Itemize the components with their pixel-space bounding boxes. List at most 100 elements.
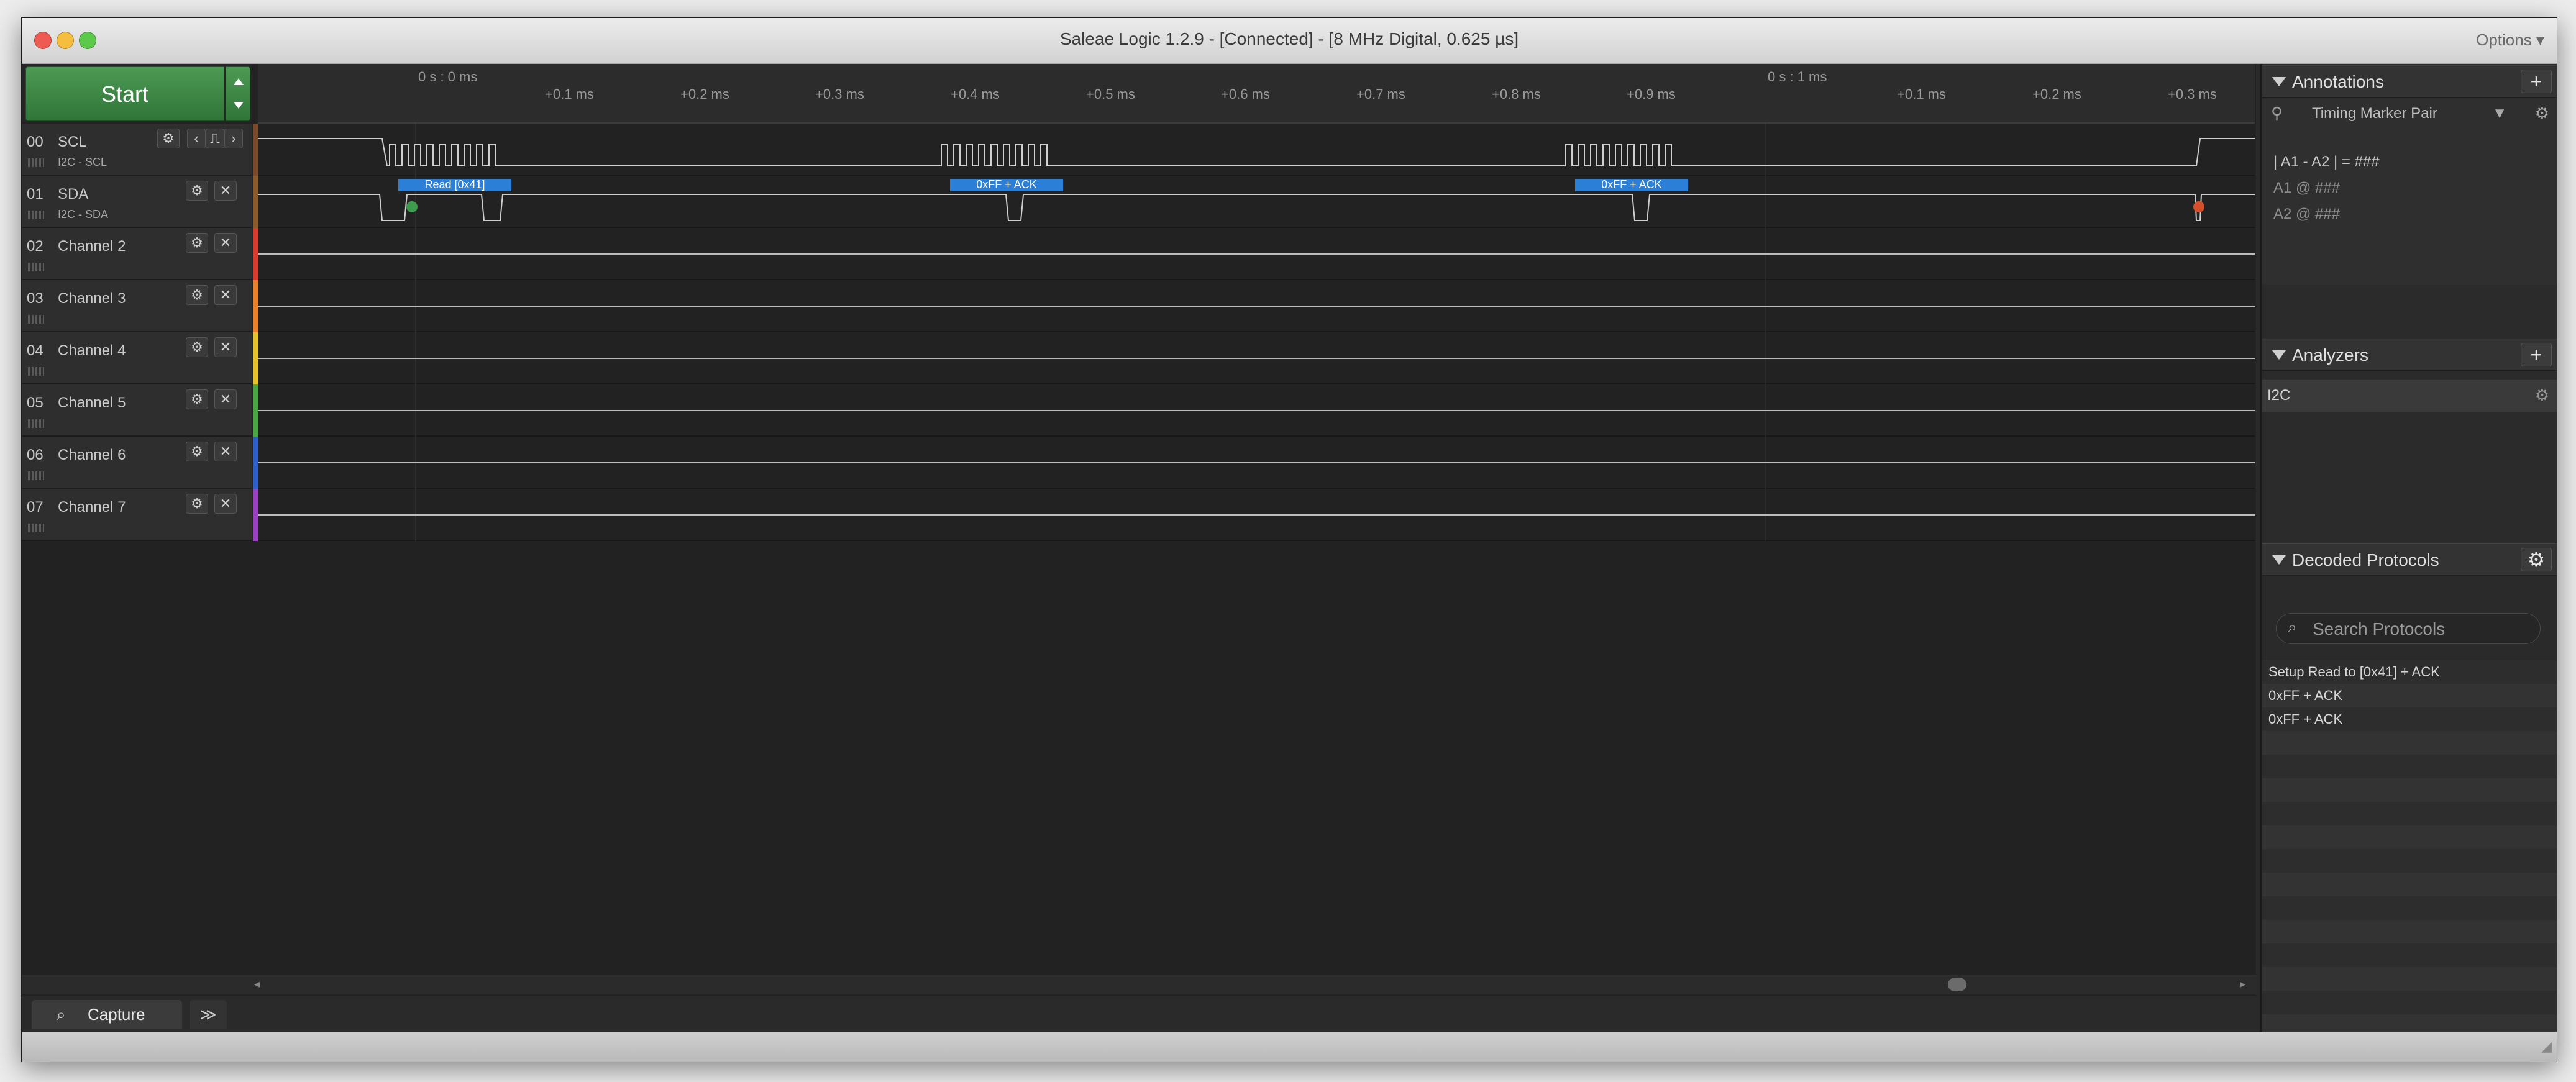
pulse-button[interactable]: ⎍ [206,129,224,148]
window-title: Saleae Logic 1.2.9 - [Connected] - [8 MH… [1059,29,1519,48]
drag-handle-icon[interactable] [28,263,44,271]
channel-number: 07 [27,499,43,516]
options-menu[interactable]: Options ▾ [2476,30,2544,50]
channel-settings-button[interactable]: ⚙ [186,389,208,409]
analyzers-header[interactable]: Analyzers + [2262,339,2557,371]
tab-capture[interactable]: ⌕ Capture [32,1000,182,1029]
drag-handle-icon[interactable] [28,158,44,167]
channel-name[interactable]: SCL [58,134,87,151]
marker-type-select[interactable]: Timing Marker Pair ▼ [2293,102,2511,125]
chevron-down-icon: ▼ [2492,105,2507,122]
channel-color-bar [253,437,258,489]
close-icon: ✕ [219,443,232,459]
channel-close-button[interactable]: ✕ [214,442,237,461]
ruler-tick-label: +0.7 ms [1356,86,1405,102]
add-annotation-button[interactable]: + [2521,70,2552,93]
start-condition-marker [406,201,418,212]
ruler-tick-label: +0.3 ms [815,86,864,102]
channel-close-button[interactable]: ✕ [214,285,237,305]
channel-color-bar [253,124,258,176]
decoded-row[interactable]: Setup Read to [0x41] + ACK [2262,660,2557,684]
start-button[interactable]: Start [25,66,224,121]
channel-number: 05 [27,394,43,411]
resize-grip-icon[interactable]: ◢ [2541,1039,2552,1055]
channel-settings-button[interactable]: ⚙ [186,181,208,201]
waveform-area[interactable]: Read [0x41] 0xFF + ACK 0xFF + ACK [258,124,2255,982]
add-analyzer-button[interactable]: + [2521,343,2552,366]
time-ruler[interactable]: 0 s : 0 ms 0 s : 1 ms +0.1 ms +0.2 ms +0… [258,64,2255,124]
channel-name[interactable]: Channel 6 [58,447,126,464]
channel-settings-button[interactable]: ⚙ [186,337,208,357]
gear-icon[interactable]: ⚙ [2535,386,2549,405]
main-area: Start 0 s : 0 ms 0 s : 1 ms +0.1 ms +0.2… [22,64,2256,1032]
search-icon: ⌕ [57,1005,66,1024]
horizontal-scrollbar[interactable]: ◂ ▸ [22,975,2256,994]
drag-handle-icon[interactable] [28,471,44,480]
ruler-tick-label: +0.2 ms [2032,86,2081,102]
drag-handle-icon[interactable] [28,367,44,376]
channel-close-button[interactable]: ✕ [214,181,237,201]
channel-row-7[interactable]: 07 Channel 7 ⚙ ✕ [22,489,252,541]
scroll-right-icon[interactable]: ▸ [2240,978,2254,991]
channel-row-4[interactable]: 04 Channel 4 ⚙ ✕ [22,332,252,384]
app-window: Saleae Logic 1.2.9 - [Connected] - [8 MH… [21,17,2557,1062]
prev-edge-button[interactable]: ‹ [187,129,206,148]
decoded-row[interactable]: 0xFF + ACK [2262,684,2557,707]
channel-color-bar [253,280,258,332]
search-protocols-box[interactable]: ⌕ [2276,613,2541,644]
status-bar: ◢ [22,1032,2557,1062]
annotations-body: ⚲ Timing Marker Pair ▼ ⚙ | A1 - A2 | = #… [2262,99,2557,285]
decoded-settings-button[interactable]: ⚙ [2521,548,2552,571]
next-edge-button[interactable]: › [224,129,243,148]
channel-settings-button[interactable]: ⚙ [186,442,208,461]
channel-name[interactable]: Channel 3 [58,290,126,307]
channel-close-button[interactable]: ✕ [214,337,237,357]
bottom-tab-bar: ⌕ Capture ≫ [22,996,2256,1032]
decoded-protocols-header[interactable]: Decoded Protocols ⚙ [2262,543,2557,576]
arrow-down-icon [234,102,244,109]
scroll-left-icon[interactable]: ◂ [254,978,268,991]
drag-handle-icon[interactable] [28,524,44,532]
decoded-bubble-label: 0xFF + ACK [976,178,1037,191]
channel-row-6[interactable]: 06 Channel 6 ⚙ ✕ [22,437,252,489]
analyzer-item[interactable]: I2C ⚙ [2262,380,2557,412]
channel-close-button[interactable]: ✕ [214,389,237,409]
channel-row-2[interactable]: 02 Channel 2 ⚙ ✕ [22,228,252,280]
drag-handle-icon[interactable] [28,211,44,219]
channel-settings-button[interactable]: ⚙ [157,129,180,148]
channel-name[interactable]: Channel 2 [58,238,126,255]
gear-icon: ⚙ [191,183,203,198]
drag-handle-icon[interactable] [28,419,44,428]
channel-row-scl[interactable]: 00 SCL I2C - SCL ⚙ ‹ ⎍ › [22,124,252,176]
start-options-stepper[interactable] [226,66,250,121]
search-protocols-input[interactable] [2311,619,2531,640]
decoded-bubble-label: 0xFF + ACK [1601,178,1662,191]
close-icon: ✕ [219,183,232,198]
channel-name[interactable]: SDA [58,186,88,203]
analyzers-title: Analyzers [2292,345,2368,365]
tab-more[interactable]: ≫ [190,1000,227,1029]
channel-row-5[interactable]: 05 Channel 5 ⚙ ✕ [22,384,252,437]
channel-row-3[interactable]: 03 Channel 3 ⚙ ✕ [22,280,252,332]
drag-handle-icon[interactable] [28,315,44,324]
channel-name[interactable]: Channel 7 [58,499,126,516]
start-panel: Start [22,64,252,122]
ruler-major-label: 0 s : 1 ms [1768,69,1827,84]
channel-close-button[interactable]: ✕ [214,494,237,514]
decoded-row[interactable]: 0xFF + ACK [2262,707,2557,731]
arrow-up-icon [234,78,244,85]
channel-row-sda[interactable]: 01 SDA I2C - SDA ⚙ ✕ [22,176,252,228]
channel-name[interactable]: Channel 5 [58,394,126,412]
gear-icon[interactable]: ⚙ [2535,104,2549,123]
channel-name[interactable]: Channel 4 [58,342,126,360]
scrollbar-thumb[interactable] [1948,978,1966,991]
close-icon: ✕ [219,235,232,250]
channel-settings-button[interactable]: ⚙ [186,494,208,514]
close-icon: ✕ [219,391,232,407]
channel-settings-button[interactable]: ⚙ [186,285,208,305]
channel-close-button[interactable]: ✕ [214,233,237,253]
title-bar: Saleae Logic 1.2.9 - [Connected] - [8 MH… [22,18,2557,64]
scl-trace [258,138,2255,166]
channel-settings-button[interactable]: ⚙ [186,233,208,253]
annotations-header[interactable]: Annotations + [2262,65,2557,98]
